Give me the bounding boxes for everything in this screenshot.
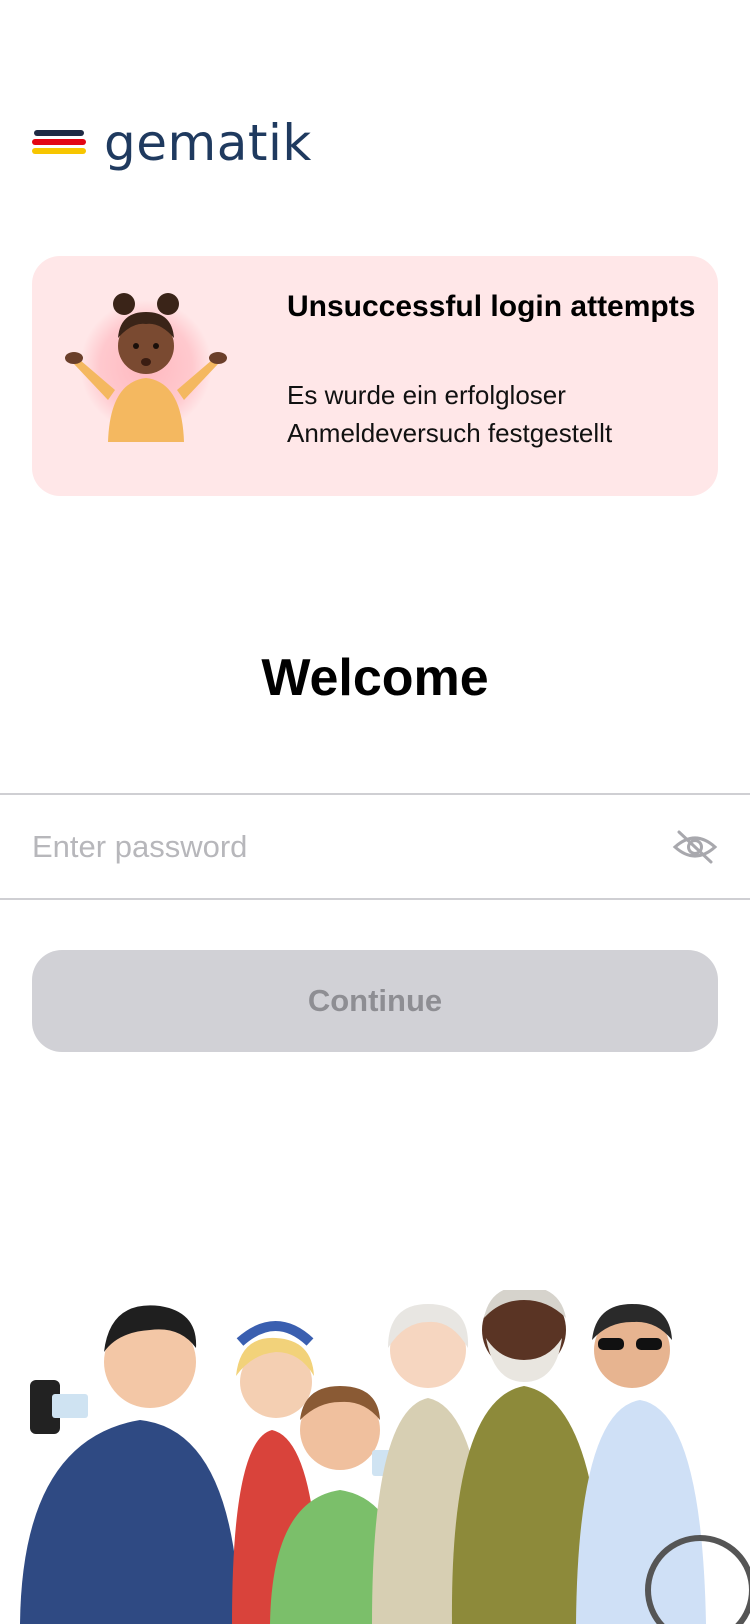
people-group-illustration bbox=[20, 1290, 750, 1624]
password-field bbox=[0, 793, 750, 900]
german-flag-icon bbox=[32, 130, 86, 156]
login-attempts-alert: Unsuccessful login attempts Es wurde ein… bbox=[32, 256, 718, 496]
alert-title: Unsuccessful login attempts bbox=[287, 290, 696, 323]
continue-button[interactable]: Continue bbox=[32, 950, 718, 1052]
eye-slash-icon[interactable] bbox=[672, 829, 718, 865]
welcome-heading: Welcome bbox=[261, 649, 489, 707]
shrugging-person-illustration bbox=[65, 293, 227, 442]
gematik-logo: gematik bbox=[32, 118, 312, 168]
alert-message: Es wurde ein erfolgloser Anmeldeversuch … bbox=[287, 380, 613, 448]
password-input[interactable] bbox=[32, 795, 652, 898]
brand-name: gematik bbox=[104, 114, 312, 172]
login-screen: gematik Unsuccessful login attempts Es w… bbox=[0, 0, 750, 1624]
